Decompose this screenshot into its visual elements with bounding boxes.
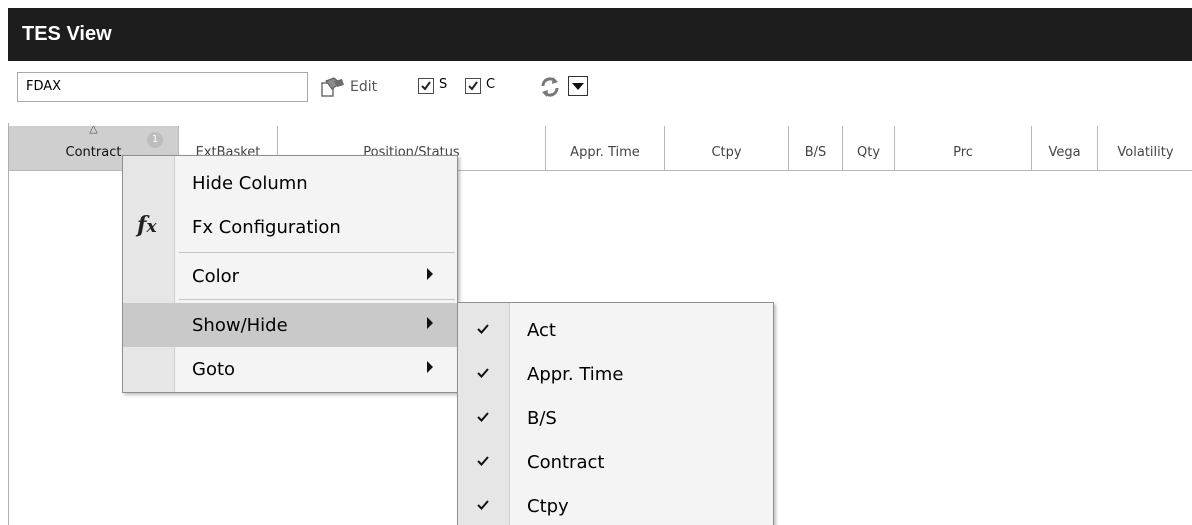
check-icon xyxy=(477,500,489,510)
sort-order-badge: 1 xyxy=(147,132,163,148)
toolbar: Edit S C xyxy=(8,61,1192,123)
check-icon xyxy=(477,368,489,378)
menu-item-label: Color xyxy=(192,266,239,287)
column-header-ctpy[interactable]: Ctpy xyxy=(665,126,789,171)
column-header-prc[interactable]: Prc xyxy=(895,126,1032,171)
check-icon xyxy=(477,324,489,334)
menu-item-label: Hide Column xyxy=(192,173,308,194)
submenu-item-label: B/S xyxy=(527,408,557,429)
column-header-appr-time[interactable]: Appr. Time xyxy=(546,126,665,171)
submenu-item-appr-time[interactable]: Appr. Time xyxy=(458,352,773,396)
chevron-right-icon xyxy=(427,317,433,329)
menu-item-goto[interactable]: Goto xyxy=(123,347,457,391)
submenu-item-label: Act xyxy=(527,320,556,341)
column-label: Vega xyxy=(1048,145,1081,160)
column-header-bs[interactable]: B/S xyxy=(789,126,843,171)
window-title-bar: TES View xyxy=(8,8,1192,61)
menu-item-label: Show/Hide xyxy=(192,315,288,336)
chevron-down-icon xyxy=(572,83,584,90)
check-icon xyxy=(421,81,431,91)
menu-item-label: Fx Configuration xyxy=(192,217,341,238)
check-icon xyxy=(477,456,489,466)
show-hide-submenu: Act Appr. Time B/S Contract Ctpy xyxy=(457,302,774,525)
menu-separator xyxy=(179,299,455,300)
column-header-qty[interactable]: Qty xyxy=(843,126,895,171)
submenu-item-label: Ctpy xyxy=(527,496,569,517)
column-context-menu: Hide Column 𝒇x Fx Configuration Color Sh… xyxy=(122,155,458,393)
menu-item-color[interactable]: Color xyxy=(123,254,457,298)
edit-button[interactable]: Edit xyxy=(320,74,377,100)
s-checkbox[interactable] xyxy=(418,78,434,94)
contract-filter-input[interactable] xyxy=(26,73,299,101)
c-checkbox[interactable] xyxy=(465,78,481,94)
column-header-vega[interactable]: Vega xyxy=(1032,126,1098,171)
column-label: Volatility xyxy=(1117,145,1174,160)
submenu-item-contract[interactable]: Contract xyxy=(458,440,773,484)
column-label: Prc xyxy=(953,145,973,160)
c-checkbox-label: C xyxy=(486,77,496,92)
column-label: Ctpy xyxy=(711,145,742,160)
submenu-item-label: Appr. Time xyxy=(527,364,624,385)
menu-item-label: Goto xyxy=(192,359,236,380)
menu-item-show-hide[interactable]: Show/Hide xyxy=(123,303,457,347)
column-label: B/S xyxy=(804,145,827,160)
options-dropdown-button[interactable] xyxy=(568,76,588,96)
check-icon xyxy=(468,81,478,91)
submenu-item-bs[interactable]: B/S xyxy=(458,396,773,440)
chevron-right-icon xyxy=(427,361,433,373)
edit-label: Edit xyxy=(350,79,378,95)
menu-item-hide-column[interactable]: Hide Column xyxy=(123,161,457,205)
submenu-item-ctpy[interactable]: Ctpy xyxy=(458,484,773,525)
window-title: TES View xyxy=(22,23,112,45)
check-icon xyxy=(477,412,489,422)
contract-filter-field[interactable] xyxy=(17,72,308,102)
submenu-item-label: Contract xyxy=(527,452,605,473)
column-label: Qty xyxy=(856,145,881,160)
s-checkbox-label: S xyxy=(439,77,448,92)
chevron-right-icon xyxy=(427,268,433,280)
edit-icon xyxy=(320,75,346,99)
column-label: Appr. Time xyxy=(570,145,640,160)
column-header-volatility[interactable]: Volatility xyxy=(1098,126,1192,171)
menu-item-fx-configuration[interactable]: Fx Configuration xyxy=(123,205,457,249)
menu-separator xyxy=(179,252,455,253)
submenu-item-act[interactable]: Act xyxy=(458,308,773,352)
refresh-icon[interactable] xyxy=(538,75,562,103)
